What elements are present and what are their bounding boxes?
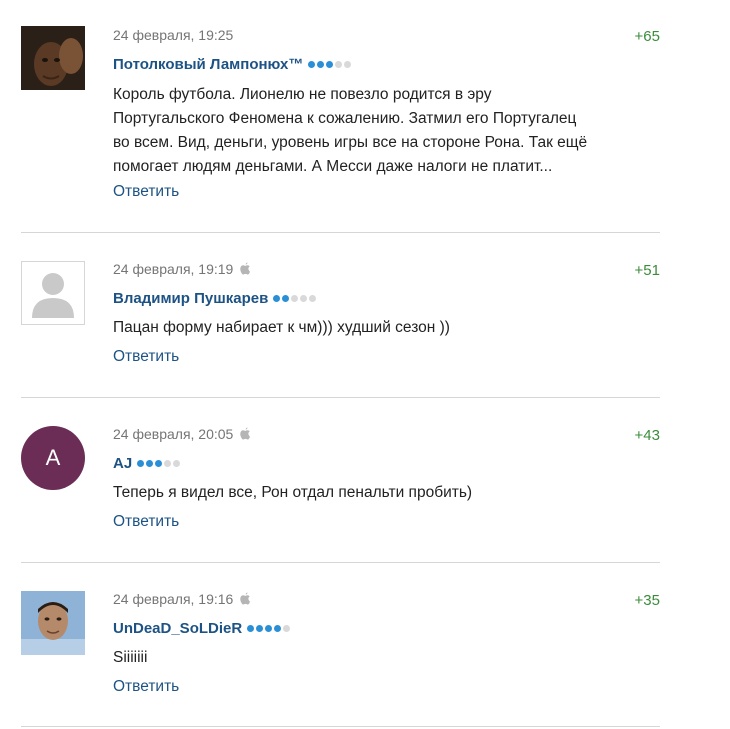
rating-dot <box>265 624 273 632</box>
avatar[interactable] <box>21 26 85 90</box>
rating-dot <box>247 624 255 632</box>
comment-divider <box>21 397 660 398</box>
rating-dot <box>173 459 181 467</box>
comment-text-line: Теперь я видел все, Рон отдал пенальти п… <box>113 484 473 501</box>
rating-dot <box>256 624 264 632</box>
rating-dot <box>335 60 343 68</box>
apple-icon <box>239 427 251 441</box>
comment: 24 февраля, 19:16 +35 UnDeaD_SoLDieR Sii… <box>0 562 660 727</box>
rating-dot <box>283 624 291 632</box>
apple-icon <box>239 592 251 606</box>
rating-dots <box>247 624 291 632</box>
rating-dot <box>317 60 325 68</box>
rating-dot <box>308 60 316 68</box>
rating-dot <box>309 294 317 302</box>
rating-dot <box>164 459 172 467</box>
rating-dots <box>308 60 352 68</box>
avatar[interactable] <box>21 591 85 655</box>
apple-icon <box>239 262 251 276</box>
rating-dot <box>300 294 308 302</box>
comment-text-line: Король футбола. Лионелю не повезло родит… <box>113 86 492 103</box>
rating-dots <box>137 459 181 467</box>
comment-date: 24 февраля, 20:05 <box>113 426 234 442</box>
comment-text-line: Пацан форму набирает к чм))) худший сезо… <box>113 319 450 336</box>
comment-score: +51 <box>634 262 660 279</box>
comment-text-line: Siiiiiii <box>113 649 148 666</box>
comment-meta: 24 февраля, 19:19 <box>113 260 251 278</box>
author-row: UnDeaD_SoLDieR <box>113 617 291 639</box>
reply-button[interactable]: Ответить <box>113 183 179 203</box>
rating-dot <box>273 294 281 302</box>
comment: A 24 февраля, 20:05 +43 AJ Теперь я виде… <box>0 397 660 562</box>
comment-score: +43 <box>634 427 660 444</box>
rating-dot <box>155 459 163 467</box>
author-row: Владимир Пушкарев <box>113 287 317 309</box>
comment-text: Король футбола. Лионелю не повезло родит… <box>113 83 673 179</box>
rating-dot <box>146 459 154 467</box>
comment-text-line: помогает людям деньгами. А Месси даже на… <box>113 158 553 175</box>
comment: 24 февраля, 19:25 +65 Потолковый Лампоню… <box>0 0 660 200</box>
rating-dot <box>291 294 299 302</box>
comment-meta: 24 февраля, 20:05 <box>113 425 251 443</box>
comment-date: 24 февраля, 19:19 <box>113 261 234 277</box>
reply-button[interactable]: Ответить <box>113 678 179 698</box>
avatar[interactable]: A <box>21 426 85 490</box>
avatar[interactable] <box>21 261 85 325</box>
comments-feed: 24 февраля, 19:25 +65 Потолковый Лампоню… <box>0 0 730 729</box>
comment-divider <box>21 232 660 233</box>
rating-dot <box>282 294 290 302</box>
rating-dot <box>137 459 145 467</box>
comment-date: 24 февраля, 19:25 <box>113 27 234 43</box>
rating-dot <box>274 624 282 632</box>
comment-meta: 24 февраля, 19:16 <box>113 590 251 608</box>
author-link[interactable]: Владимир Пушкарев <box>113 290 268 307</box>
comment-text: Siiiiiii <box>113 646 673 670</box>
comment-score: +65 <box>634 28 660 45</box>
author-row: AJ <box>113 452 181 474</box>
comment: 24 февраля, 19:19 +51 Владимир Пушкарев … <box>0 232 660 397</box>
rating-dots <box>273 294 317 302</box>
author-row: Потолковый Лампонюх™ <box>113 53 352 75</box>
comment-text-line: Португальского Феномена к сожалению. Зат… <box>113 110 577 127</box>
reply-button[interactable]: Ответить <box>113 348 179 368</box>
rating-dot <box>326 60 334 68</box>
author-link[interactable]: Потолковый Лампонюх™ <box>113 56 303 73</box>
comment-text-line: во всем. Вид, деньги, уровень игры все н… <box>113 134 588 151</box>
author-link[interactable]: AJ <box>113 455 132 472</box>
author-link[interactable]: UnDeaD_SoLDieR <box>113 620 242 637</box>
avatar-letter: A <box>45 445 61 470</box>
comment-date: 24 февраля, 19:16 <box>113 591 234 607</box>
comment-text: Теперь я видел все, Рон отдал пенальти п… <box>113 481 673 505</box>
comment-divider <box>21 562 660 563</box>
rating-dot <box>344 60 352 68</box>
comment-divider <box>21 726 660 727</box>
reply-button[interactable]: Ответить <box>113 513 179 533</box>
comment-meta: 24 февраля, 19:25 <box>113 26 233 44</box>
comment-text: Пацан форму набирает к чм))) худший сезо… <box>113 316 673 340</box>
comment-score: +35 <box>634 592 660 609</box>
